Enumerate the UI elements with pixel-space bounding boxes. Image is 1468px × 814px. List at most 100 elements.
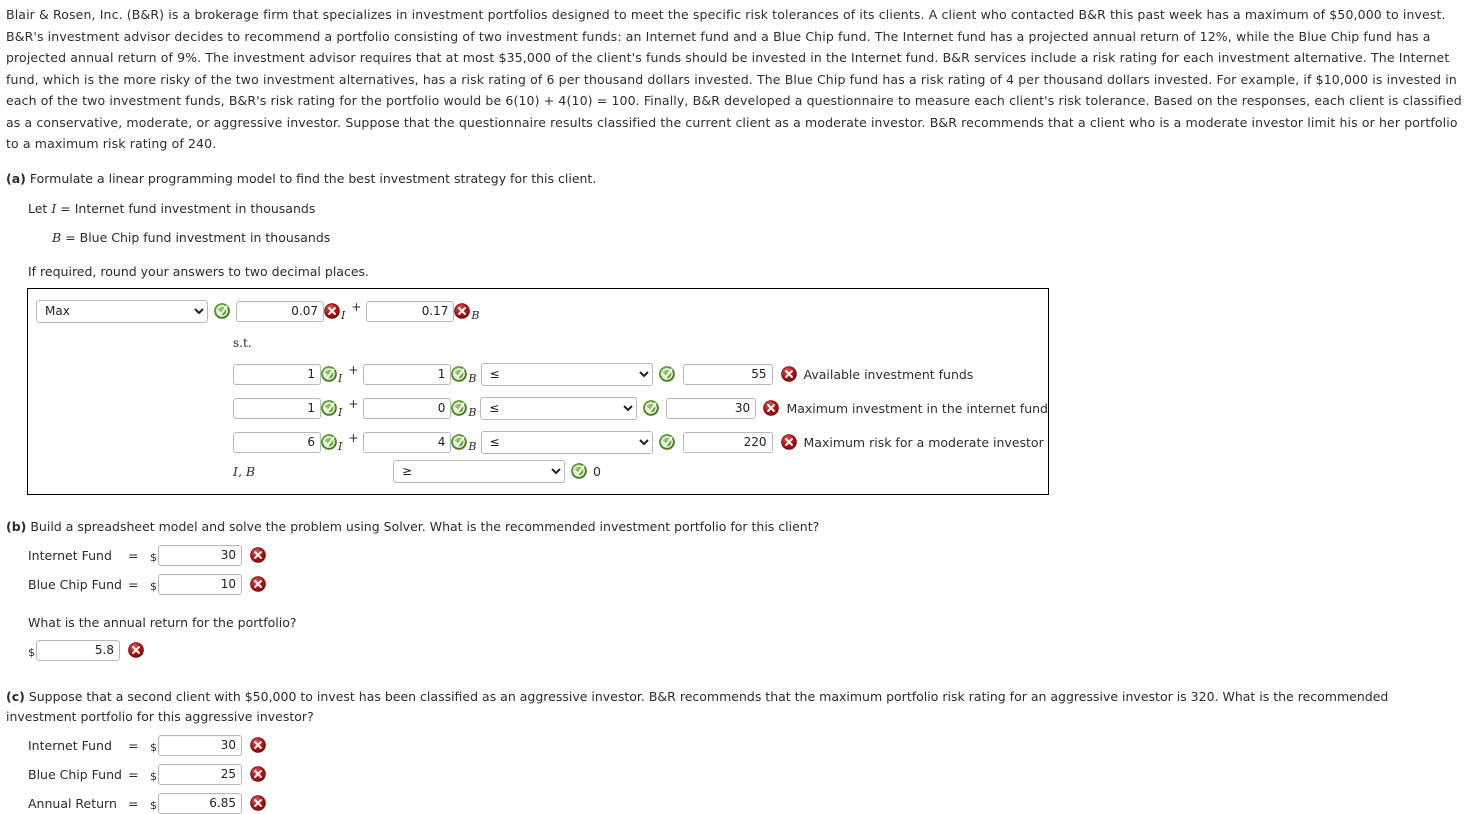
part-b-answer-label: Blue Chip Fund: [28, 576, 122, 592]
subject-to-label: s.t.: [233, 335, 252, 350]
constraint-rhs-status-icon: [780, 434, 797, 450]
nonnegativity-status-icon: [571, 463, 587, 479]
part-c-answer-label: Internet Fund: [28, 737, 112, 753]
part-c-answer-row: Internet Fund = $: [28, 734, 1468, 756]
constraint-relation-status-icon: [643, 400, 659, 416]
objective-coef-i-status-icon: [324, 303, 340, 319]
nonnegativity-relation-select[interactable]: ≤=≥: [393, 459, 565, 483]
constraint-description-label: Maximum investment in the internet fund: [786, 400, 1048, 416]
constraint-rhs-input[interactable]: [682, 431, 773, 453]
constraint-rhs-status-icon: [763, 400, 780, 416]
part-c-answer-label: Blue Chip Fund: [28, 766, 122, 782]
constraint-relation-status-icon: [658, 366, 675, 382]
let-prefix: Let: [28, 200, 48, 216]
constraint-coef-i-input[interactable]: [233, 397, 321, 419]
part-c-answers: Internet Fund=$Blue Chip Fund=$Annual Re…: [28, 734, 1468, 814]
constraint-row: I+B≤=≥Maximum investment in the internet…: [28, 394, 1048, 423]
variable-i-symbol: I: [51, 200, 57, 216]
part-c-answer-status-icon: [250, 737, 266, 753]
part-b-question: What is the annual return for the portfo…: [28, 614, 297, 630]
nonnegativity-row: I, B ≤=≥ 0: [28, 457, 1048, 486]
part-b-answer-equals: =: [128, 576, 139, 592]
objective-coef-b-input[interactable]: [366, 300, 455, 322]
part-c-answer-row: Annual Return = $: [28, 792, 1468, 814]
constraint-relation-select[interactable]: ≤=≥: [480, 362, 653, 386]
part-c-text: Suppose that a second client with $50,00…: [6, 688, 1389, 724]
part-c-answer-row: Blue Chip Fund = $: [28, 763, 1468, 785]
objective-direction-select[interactable]: MaxMin: [36, 299, 208, 323]
constraint-rhs-input[interactable]: [682, 363, 773, 385]
constraint-relation-select[interactable]: ≤=≥: [480, 430, 653, 454]
constraint-coef-i-status-icon: [321, 434, 337, 450]
part-c-answer-input[interactable]: [158, 792, 242, 814]
part-a-text: Formulate a linear programming model to …: [29, 170, 597, 186]
constraint-coef-b-input[interactable]: [363, 397, 452, 419]
annual-return-input[interactable]: [36, 639, 120, 661]
currency-symbol: $: [150, 740, 157, 754]
rounding-note: If required, round your answers to two d…: [28, 263, 369, 279]
part-b: (b) Build a spreadsheet model and solve …: [0, 517, 1468, 537]
constraint-var-b-label: B: [468, 371, 477, 385]
part-c-answer-label: Annual Return: [28, 795, 117, 811]
nonnegativity-vars-label: I, B: [233, 463, 256, 479]
objective-var-b-label: B: [471, 308, 480, 322]
part-b-answer-equals: =: [128, 547, 139, 563]
objective-direction-status-icon: [214, 303, 230, 319]
constraint-relation-select[interactable]: ≤=≥: [480, 396, 638, 420]
part-a-label: (a): [6, 170, 26, 186]
constraint-coef-i-status-icon: [321, 366, 337, 382]
constraint-coef-b-status-icon: [451, 400, 468, 416]
variable-definition-b: B = Blue Chip fund investment in thousan…: [52, 229, 1468, 247]
constraint-rhs-status-icon: [780, 366, 797, 382]
part-c-answer-equals: =: [128, 795, 139, 811]
objective-coef-i-input[interactable]: [236, 300, 324, 322]
objective-plus-operator: +: [351, 299, 362, 314]
variable-i-description: = Internet fund investment in thousands: [60, 200, 316, 216]
part-b-answer-input[interactable]: [158, 573, 242, 595]
part-b-text: Build a spreadsheet model and solve the …: [30, 518, 820, 534]
part-a: (a) Formulate a linear programming model…: [0, 169, 1468, 189]
subject-to-row: s.t.: [28, 331, 1048, 355]
constraint-coef-b-input[interactable]: [363, 363, 452, 385]
part-c-answer-status-icon: [250, 795, 266, 811]
part-b-return-row: $: [28, 639, 1468, 661]
constraint-coef-b-status-icon: [451, 434, 468, 450]
constraint-coef-i-status-icon: [321, 400, 337, 416]
constraint-rhs-input[interactable]: [666, 397, 757, 419]
currency-symbol: $: [150, 579, 157, 593]
constraint-description-label: Available investment funds: [803, 366, 974, 382]
currency-symbol: $: [150, 769, 157, 783]
constraint-description-label: Maximum risk for a moderate investor: [803, 434, 1044, 450]
part-c-answer-equals: =: [128, 766, 139, 782]
currency-symbol: $: [28, 645, 35, 659]
part-c-answer-status-icon: [250, 766, 266, 782]
constraint-coef-i-input[interactable]: [233, 363, 321, 385]
problem-statement: Blair & Rosen, Inc. (B&R) is a brokerage…: [6, 7, 1462, 151]
part-c-answer-input[interactable]: [158, 734, 242, 756]
constraint-var-b-label: B: [468, 405, 477, 419]
constraint-plus-operator: +: [348, 362, 359, 377]
currency-symbol: $: [150, 550, 157, 564]
constraint-row: I+B≤=≥Maximum risk for a moderate invest…: [28, 428, 1048, 457]
variable-b-symbol: B: [52, 229, 62, 245]
constraint-plus-operator: +: [348, 396, 359, 411]
part-b-answer-label: Internet Fund: [28, 547, 112, 563]
part-c-label: (c): [6, 688, 25, 704]
part-c: (c) Suppose that a second client with $5…: [0, 687, 1426, 727]
constraint-relation-status-icon: [658, 434, 675, 450]
constraint-coef-i-input[interactable]: [233, 431, 321, 453]
currency-symbol: $: [150, 798, 157, 812]
nonnegativity-rhs-label: 0: [593, 463, 601, 479]
part-b-answer-row: Internet Fund = $: [28, 544, 1468, 566]
part-b-answer-row: Blue Chip Fund = $: [28, 573, 1468, 595]
part-b-answer-input[interactable]: [158, 544, 242, 566]
constraint-row: I+B≤=≥Available investment funds: [28, 360, 1048, 389]
part-c-answer-input[interactable]: [158, 763, 242, 785]
constraint-coef-b-input[interactable]: [363, 431, 452, 453]
constraint-coef-b-status-icon: [451, 366, 468, 382]
variable-definition-i: Let I = Internet fund investment in thou…: [28, 200, 1468, 218]
lp-model-box: MaxMin I + B s.t. I+B≤=≥Available invest…: [27, 287, 1049, 495]
constraint-plus-operator: +: [348, 430, 359, 445]
annual-return-status-icon: [128, 642, 144, 658]
part-b-label: (b): [6, 518, 27, 534]
